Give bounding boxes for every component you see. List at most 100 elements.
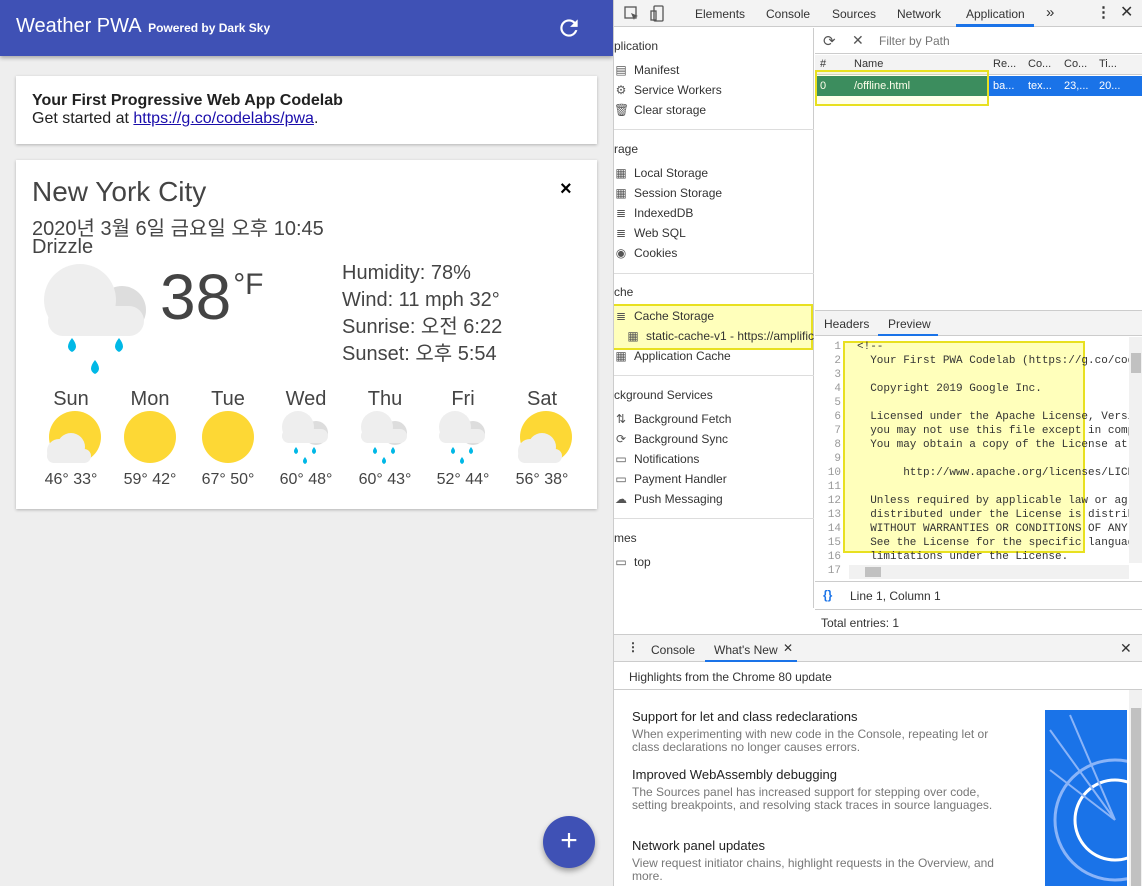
line-number: 1 bbox=[834, 341, 841, 353]
highlight-box bbox=[815, 70, 989, 106]
news-item[interactable]: Network panel updates View request initia… bbox=[632, 838, 1012, 883]
sidebar-item-label: top bbox=[634, 555, 651, 569]
sidebar-item-background-sync[interactable]: ⟳ Background Sync bbox=[614, 432, 728, 446]
more-tabs-icon[interactable]: » bbox=[1046, 4, 1054, 21]
trash-icon: 🗑 bbox=[614, 103, 630, 117]
code-line: http://www.apache.org/licenses/LICEN bbox=[857, 467, 1141, 479]
delete-icon[interactable]: ✕ bbox=[852, 32, 864, 49]
code-line: distributed under the License is distrib… bbox=[857, 509, 1141, 521]
line-number: 11 bbox=[827, 481, 841, 493]
refresh-icon[interactable] bbox=[556, 15, 582, 41]
sidebar-item-cookies[interactable]: ◉ Cookies bbox=[614, 246, 678, 260]
forecast-temps: 52° 44° bbox=[436, 471, 490, 488]
drawer-menu-icon[interactable]: ⋮ bbox=[627, 640, 639, 654]
column-header[interactable]: Re... bbox=[993, 58, 1016, 70]
tab-preview[interactable]: Preview bbox=[888, 317, 931, 331]
device-toolbar-icon[interactable] bbox=[650, 5, 666, 22]
sidebar-item-label: Local Storage bbox=[634, 166, 709, 180]
tab-headers[interactable]: Headers bbox=[824, 317, 869, 331]
sidebar-item-service-workers[interactable]: ⚙ Service Workers bbox=[614, 83, 722, 97]
line-number: 17 bbox=[827, 565, 841, 577]
close-tab-icon[interactable]: ✕ bbox=[783, 641, 793, 655]
sidebar-item-cache-storage[interactable]: ≣ Cache Storage bbox=[614, 309, 714, 323]
table-cell: ba... bbox=[993, 80, 1015, 92]
column-header[interactable]: Ti... bbox=[1099, 58, 1117, 70]
tab-elements[interactable]: Elements bbox=[695, 7, 745, 21]
sidebar-item-label: Cookies bbox=[634, 246, 678, 260]
chrome-update-graphic bbox=[1045, 710, 1127, 886]
code-line: WITHOUT WARRANTIES OR CONDITIONS OF ANY … bbox=[857, 523, 1141, 535]
drawer-tab-console[interactable]: Console bbox=[651, 643, 695, 657]
code-line: you may not use this file except in comp… bbox=[857, 425, 1141, 437]
grid-icon: ▦ bbox=[615, 166, 627, 180]
preview-tabbar: Headers Preview bbox=[815, 310, 1142, 336]
weather-app: Weather PWA Powered by Dark Sky Your Fir… bbox=[0, 0, 613, 886]
sidebar-item-websql[interactable]: ≣ Web SQL bbox=[614, 226, 686, 240]
line-number: 7 bbox=[834, 425, 841, 437]
refresh-icon[interactable]: ⟳ bbox=[823, 32, 836, 50]
line-number: 9 bbox=[834, 453, 841, 465]
sidebar-item-payment-handler[interactable]: ▭ Payment Handler bbox=[614, 472, 726, 486]
status-bar: {} Line 1, Column 1 bbox=[815, 581, 1142, 609]
line-number: 10 bbox=[827, 467, 841, 479]
code-line: Your First PWA Codelab (https://g.co/cod… bbox=[857, 355, 1141, 367]
news-description: When experimenting with new code in the … bbox=[632, 727, 989, 754]
forecast-day: Thu 60° 43° bbox=[345, 388, 425, 489]
database-icon: ≣ bbox=[615, 206, 627, 220]
sidebar-item-label: Web SQL bbox=[634, 226, 686, 240]
filter-input[interactable] bbox=[875, 31, 1137, 51]
forecast-day-name: Fri bbox=[451, 388, 475, 410]
sidebar-item-background-fetch[interactable]: ⇅ Background Fetch bbox=[614, 412, 731, 426]
drawer-tab-whats-new[interactable]: What's New bbox=[714, 643, 778, 657]
forecast-day-name: Thu bbox=[367, 388, 403, 410]
tab-network[interactable]: Network bbox=[897, 7, 941, 21]
column-header[interactable]: Name bbox=[854, 58, 883, 70]
cookie-icon: ◉ bbox=[615, 246, 627, 260]
column-header[interactable]: Co... bbox=[1028, 58, 1051, 70]
weather-card: New York City × 2020년 3월 6일 금요일 오후 10:45… bbox=[16, 160, 597, 509]
sidebar-item-indexeddb[interactable]: ≣ IndexedDB bbox=[614, 206, 693, 220]
arrows-icon: ⇅ bbox=[615, 412, 627, 426]
humidity: Humidity: 78% bbox=[342, 262, 471, 284]
tab-application[interactable]: Application bbox=[966, 7, 1025, 21]
sidebar-item-application-cache[interactable]: ▦ Application Cache bbox=[614, 349, 730, 363]
column-header[interactable]: Co... bbox=[1064, 58, 1087, 70]
sidebar-item-notifications[interactable]: ▭ Notifications bbox=[614, 452, 699, 466]
line-number: 15 bbox=[827, 537, 841, 549]
codelab-link[interactable]: https://g.co/codelabs/pwa bbox=[133, 110, 314, 127]
horizontal-scrollbar[interactable] bbox=[849, 565, 1129, 579]
close-icon[interactable]: ✕ bbox=[1120, 2, 1133, 22]
inspect-icon[interactable] bbox=[624, 6, 640, 22]
line-number: 3 bbox=[834, 369, 841, 381]
line-number: 8 bbox=[834, 439, 841, 451]
pretty-print-icon[interactable]: {} bbox=[823, 588, 832, 602]
sidebar-item-local-storage[interactable]: ▦ Local Storage bbox=[614, 166, 708, 180]
sidebar-item-label: Manifest bbox=[634, 63, 680, 77]
sidebar-item-clear-storage[interactable]: 🗑 Clear storage bbox=[614, 103, 706, 117]
forecast-day: Sat 56° 38° bbox=[502, 388, 582, 489]
kebab-menu-icon[interactable]: ⋮ bbox=[1096, 3, 1111, 21]
news-item[interactable]: Improved WebAssembly debugging The Source… bbox=[632, 767, 1012, 812]
vertical-scrollbar[interactable] bbox=[1129, 690, 1142, 886]
forecast-day: Sun 46° 33° bbox=[31, 388, 111, 489]
table-cell: 20... bbox=[1099, 80, 1121, 92]
forecast-day-name: Sat bbox=[526, 388, 558, 410]
sidebar-item-session-storage[interactable]: ▦ Session Storage bbox=[614, 186, 722, 200]
partly-cloudy-icon bbox=[502, 411, 582, 471]
tab-console[interactable]: Console bbox=[766, 7, 810, 21]
code-line: See the License for the specific languag… bbox=[857, 537, 1141, 549]
rain-icon bbox=[44, 264, 146, 374]
active-tab-indicator bbox=[956, 24, 1034, 27]
close-drawer-icon[interactable]: ✕ bbox=[1120, 640, 1132, 657]
sidebar-item-static-cache[interactable]: ▦ static-cache-v1 - https://amplific bbox=[626, 329, 814, 343]
tab-sources[interactable]: Sources bbox=[832, 7, 876, 21]
column-header[interactable]: # bbox=[820, 58, 826, 70]
sidebar-item-manifest[interactable]: ▤ Manifest bbox=[614, 63, 679, 77]
sidebar-item-top-frame[interactable]: ▭ top bbox=[614, 555, 651, 569]
sidebar-item-push-messaging[interactable]: ☁ Push Messaging bbox=[614, 492, 723, 506]
grid-icon: ▦ bbox=[627, 329, 639, 343]
add-city-button[interactable]: + bbox=[543, 816, 595, 868]
close-icon[interactable]: × bbox=[560, 178, 572, 201]
news-item[interactable]: Support for let and class redeclarations… bbox=[632, 709, 1012, 754]
vertical-scrollbar[interactable] bbox=[1129, 337, 1142, 563]
